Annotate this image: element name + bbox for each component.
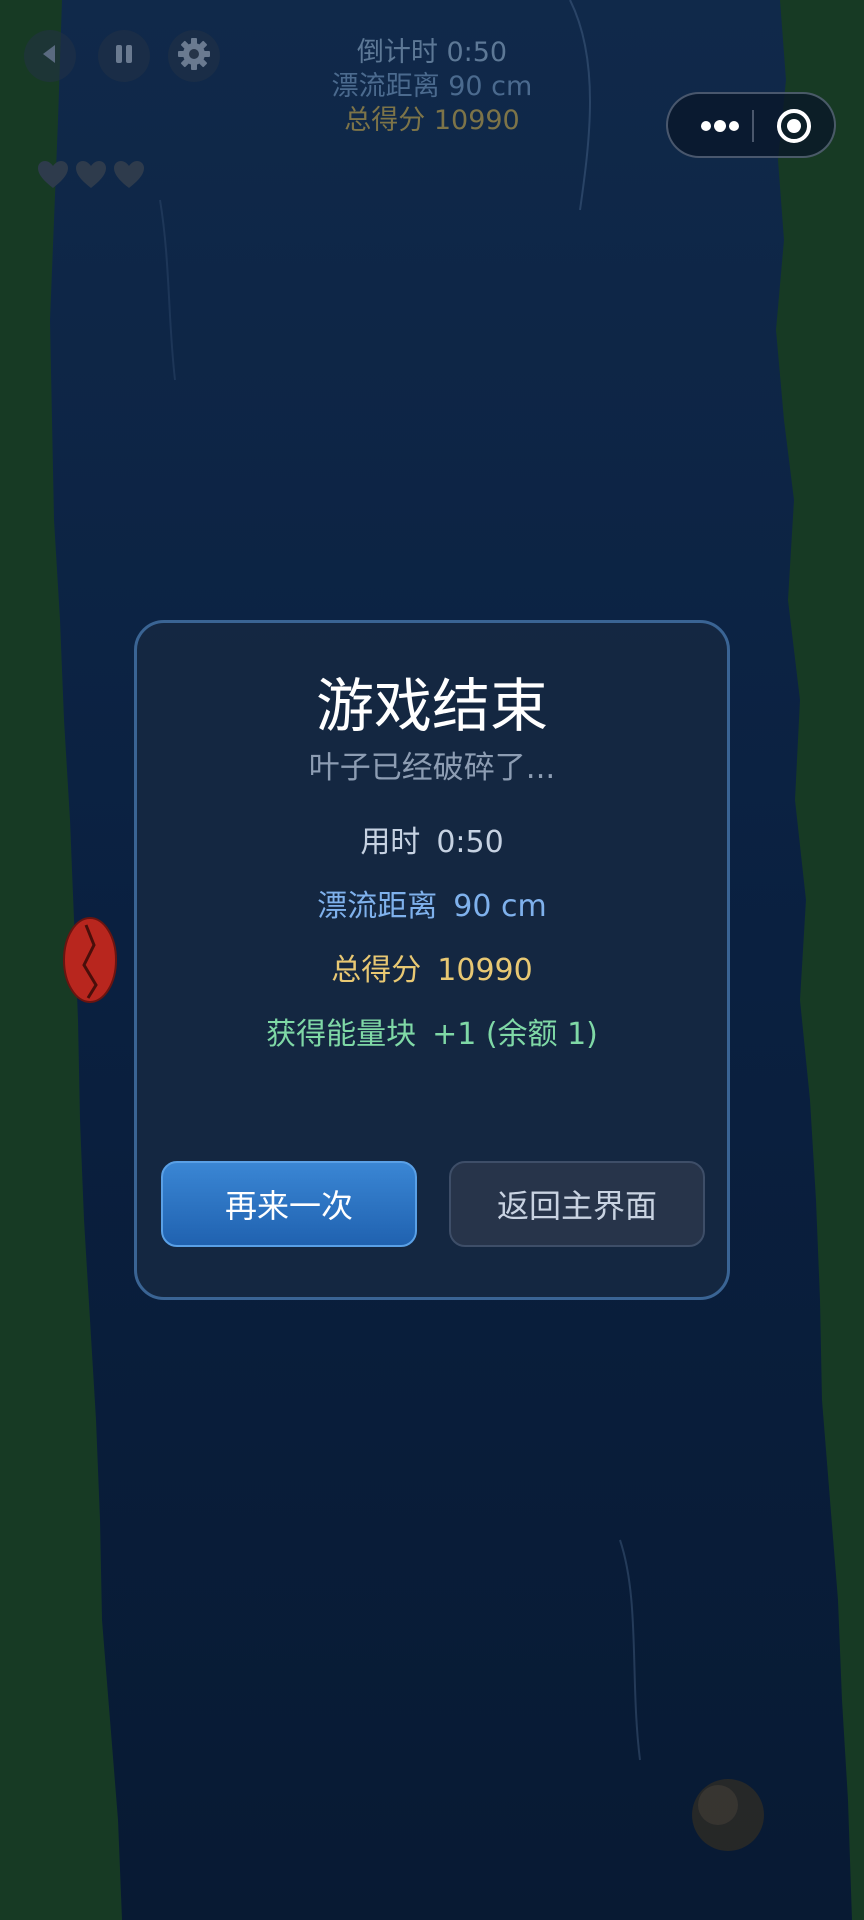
stat-energy-value: +1 (余额 1) — [432, 1017, 598, 1052]
stat-distance-label: 漂流距离 — [317, 889, 438, 924]
retry-button[interactable]: 再来一次 — [161, 1161, 417, 1247]
score-text: 总得分 10990 — [344, 105, 520, 136]
distance-text: 漂流距离 90 cm — [331, 71, 533, 102]
stat-energy-label: 获得能量块 — [266, 1017, 417, 1052]
river-rock-highlight — [698, 1785, 738, 1825]
stat-time-label: 用时 — [360, 825, 421, 860]
stat-score-row: 总得分 10990 — [137, 951, 727, 991]
stat-time-value: 0:50 — [436, 825, 504, 860]
heart-icon — [38, 161, 68, 188]
pause-button[interactable] — [98, 30, 150, 82]
heart-icon — [76, 161, 106, 188]
close-miniprogram-button[interactable] — [766, 106, 822, 146]
stat-distance-value: 90 cm — [453, 889, 547, 924]
leaf-raft — [63, 917, 117, 1003]
settings-button[interactable] — [168, 30, 220, 82]
stat-time-row: 用时 0:50 — [137, 823, 727, 863]
game-over-dialog: 游戏结束 叶子已经破碎了... 用时 0:50 漂流距离 90 cm 总得分 1099… — [134, 620, 730, 1300]
heart-icon — [114, 161, 144, 188]
back-button[interactable] — [24, 30, 76, 82]
lives-indicator — [36, 160, 146, 190]
back-arrow-icon — [37, 41, 63, 71]
gear-icon — [176, 36, 212, 76]
hud-stats: 倒计时 0:50 漂流距离 90 cm 总得分 10990 — [232, 36, 632, 138]
stat-energy-row: 获得能量块 +1 (余额 1) — [137, 1015, 727, 1055]
miniprogram-capsule — [666, 92, 836, 158]
more-dots-icon — [701, 120, 739, 132]
countdown-text: 倒计时 0:50 — [356, 37, 508, 68]
stat-score-label: 总得分 — [331, 953, 422, 988]
target-close-icon — [777, 109, 811, 143]
dialog-subtitle: 叶子已经破碎了... — [308, 750, 556, 786]
capsule-divider — [752, 110, 754, 142]
pause-icon — [111, 41, 137, 71]
return-home-button[interactable]: 返回主界面 — [449, 1161, 705, 1247]
stat-score-value: 10990 — [437, 953, 533, 988]
more-button[interactable] — [686, 106, 750, 146]
stat-distance-row: 漂流距离 90 cm — [137, 887, 727, 927]
dialog-title: 游戏结束 — [315, 672, 548, 740]
game-stage: 倒计时 0:50 漂流距离 90 cm 总得分 10990 游戏结束 叶子已经破… — [0, 0, 864, 1920]
